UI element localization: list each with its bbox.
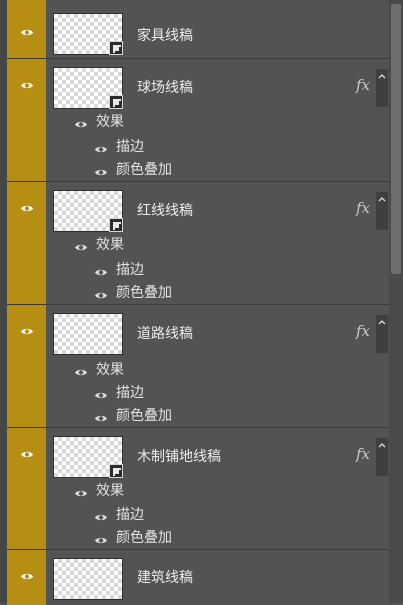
panel-left-edge [0,0,7,603]
eye-icon[interactable] [20,572,34,581]
layer-row[interactable]: 红线线稿 fx 效果 描边 颜色叠加 [7,181,389,304]
layer-name[interactable]: 道路线稿 [137,323,193,343]
layers-panel: 家具线稿 球场线稿 fx 效果 描边 颜色叠加 红线线稿 fx 效果 描边 颜色… [0,0,403,605]
effect-item-color-overlay[interactable]: 颜色叠加 [94,527,172,547]
effect-item-label: 描边 [116,385,144,401]
effect-item-color-overlay[interactable]: 颜色叠加 [94,159,172,179]
eye-icon[interactable] [94,510,108,520]
scrollbar-thumb[interactable] [391,4,401,274]
effect-item-label: 颜色叠加 [116,162,172,178]
smart-object-icon [109,464,123,478]
effect-item-stroke[interactable]: 描边 [94,136,144,156]
effect-item-label: 描边 [116,262,144,278]
eye-icon[interactable] [94,288,108,298]
eye-icon[interactable] [94,142,108,152]
layer-thumbnail[interactable] [53,313,123,355]
effects-group-row[interactable]: 效果 [74,359,124,379]
fx-icon[interactable]: fx [356,445,370,463]
eye-icon[interactable] [74,365,88,375]
effect-item-label: 颜色叠加 [116,285,172,301]
effects-label: 效果 [96,483,124,499]
layer-name[interactable]: 木制铺地线稿 [137,446,221,466]
eye-icon[interactable] [74,486,88,496]
chevron-up-icon[interactable] [376,438,388,476]
eye-icon[interactable] [20,204,34,213]
visibility-toggle[interactable] [7,59,46,181]
eye-icon[interactable] [74,240,88,250]
effect-item-label: 颜色叠加 [116,408,172,424]
chevron-up-icon[interactable] [376,315,388,353]
layer-row[interactable]: 木制铺地线稿 fx 效果 描边 颜色叠加 [7,427,389,549]
effect-item-label: 颜色叠加 [116,530,172,546]
effects-label: 效果 [96,362,124,378]
effect-item-color-overlay[interactable]: 颜色叠加 [94,282,172,302]
visibility-toggle[interactable] [7,305,46,427]
eye-icon[interactable] [20,28,34,37]
layer-name[interactable]: 球场线稿 [137,77,193,97]
effects-group-row[interactable]: 效果 [74,111,124,131]
smart-object-icon [109,95,123,109]
layer-name[interactable]: 建筑线稿 [137,567,193,587]
effects-group-row[interactable]: 效果 [74,234,124,254]
layer-name[interactable]: 家具线稿 [137,25,193,45]
eye-icon[interactable] [74,117,88,127]
smart-object-icon [109,41,123,55]
smart-object-icon [109,218,123,232]
fx-icon[interactable]: fx [356,76,370,94]
layer-row[interactable]: 道路线稿 fx 效果 描边 颜色叠加 [7,304,389,427]
effect-item-stroke[interactable]: 描边 [94,382,144,402]
layer-row[interactable]: 建筑线稿 [7,549,389,605]
eye-icon[interactable] [94,533,108,543]
visibility-toggle[interactable] [7,428,46,549]
layer-row[interactable]: 家具线稿 [7,0,389,58]
chevron-up-icon[interactable] [376,69,388,107]
eye-icon[interactable] [94,388,108,398]
effects-label: 效果 [96,237,124,253]
layer-thumbnail[interactable] [53,558,123,600]
effect-item-stroke[interactable]: 描边 [94,259,144,279]
visibility-toggle[interactable] [7,182,46,304]
layer-name[interactable]: 红线线稿 [137,200,193,220]
layer-thumbnail[interactable] [53,436,123,478]
visibility-toggle[interactable] [7,550,46,605]
effect-item-color-overlay[interactable]: 颜色叠加 [94,405,172,425]
effect-item-label: 描边 [116,507,144,523]
effects-group-row[interactable]: 效果 [74,480,124,500]
fx-icon[interactable]: fx [356,199,370,217]
layer-thumbnail[interactable] [53,13,123,55]
eye-icon[interactable] [94,265,108,275]
visibility-toggle[interactable] [7,0,46,58]
effect-item-stroke[interactable]: 描边 [94,504,144,524]
eye-icon[interactable] [94,165,108,175]
chevron-up-icon[interactable] [376,192,388,230]
effects-label: 效果 [96,114,124,130]
eye-icon[interactable] [20,450,34,459]
layer-row[interactable]: 球场线稿 fx 效果 描边 颜色叠加 [7,58,389,181]
scrollbar[interactable] [389,0,403,603]
layer-thumbnail[interactable] [53,190,123,232]
eye-icon[interactable] [20,81,34,90]
eye-icon[interactable] [20,327,34,336]
effect-item-label: 描边 [116,139,144,155]
fx-icon[interactable]: fx [356,322,370,340]
layer-thumbnail[interactable] [53,67,123,109]
eye-icon[interactable] [94,411,108,421]
